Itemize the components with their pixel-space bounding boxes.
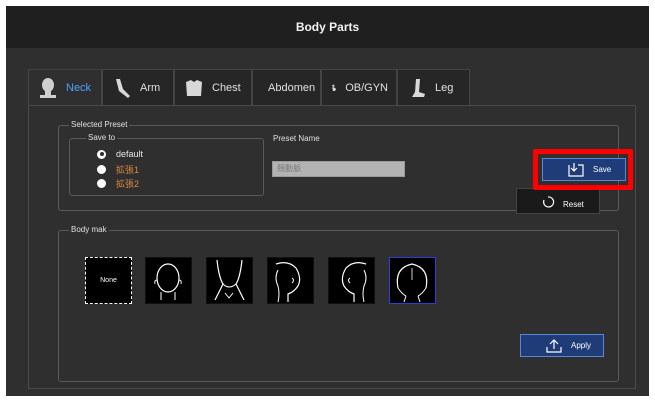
tab-label: OB/GYN <box>345 81 388 94</box>
head-left-profile-icon <box>341 262 367 303</box>
head-right-profile-icon <box>275 262 301 303</box>
body-mark-head-left-profile[interactable] <box>328 257 375 304</box>
tab-label: Neck <box>66 81 92 94</box>
apply-button[interactable]: Apply <box>520 334 604 357</box>
tab-arm[interactable]: Arm <box>102 69 174 105</box>
body-mark-legend: Body mak <box>69 225 109 235</box>
radio-button[interactable] <box>97 165 106 174</box>
save-to-group: Save to default 拡張1 拡張2 <box>69 133 264 196</box>
radio-label: default <box>116 149 144 159</box>
body-mark-group: Body mak None Apply <box>58 225 619 382</box>
reset-label: Reset <box>563 200 584 209</box>
upload-icon <box>546 338 562 353</box>
tab-label: Leg <box>435 81 454 94</box>
leg-icon <box>412 78 425 97</box>
tab-label: Abdomen <box>268 81 316 94</box>
chest-icon <box>186 79 202 96</box>
obgyn-icon <box>332 84 336 91</box>
tab-obgyn[interactable]: OB/GYN <box>321 69 397 105</box>
radio-button[interactable] <box>97 179 106 188</box>
radio-default[interactable]: default <box>97 149 143 159</box>
reset-icon <box>543 196 555 208</box>
preset-name-label: Preset Name <box>273 134 320 143</box>
tab-bar: Neck Arm Chest Abdomen OB/GYN Leg <box>28 69 470 105</box>
tab-leg[interactable]: Leg <box>397 69 470 105</box>
tab-neck[interactable]: Neck <box>28 69 102 105</box>
head-back-icon <box>396 263 428 303</box>
apply-label: Apply <box>571 341 592 350</box>
body-mark-none[interactable]: None <box>85 257 132 304</box>
body-mark-neck-front[interactable] <box>206 257 253 304</box>
neck-icon <box>40 77 56 98</box>
radio-label: 拡張2 <box>116 179 140 189</box>
body-mark-head-front[interactable] <box>145 257 192 304</box>
tab-chest[interactable]: Chest <box>174 69 252 105</box>
radio-button[interactable] <box>97 149 106 159</box>
body-parts-window: Body Parts Neck Arm Chest Abdomen OB/GYN… <box>6 6 649 396</box>
neck-front-icon <box>214 259 245 301</box>
none-label: None <box>100 277 117 284</box>
neck-tab-panel: Selected Preset Save to default 拡張1 拡張2 … <box>28 105 636 389</box>
body-mark-head-back[interactable] <box>389 257 436 304</box>
radio-extension-1[interactable]: 拡張1 <box>97 163 139 176</box>
save-highlight <box>533 149 633 190</box>
window-title: Body Parts <box>6 6 649 48</box>
save-to-legend: Save to <box>86 133 118 143</box>
tab-label: Chest <box>212 81 241 94</box>
radio-extension-2[interactable]: 拡張2 <box>97 177 139 190</box>
reset-button[interactable]: Reset <box>516 188 600 214</box>
arm-icon <box>116 78 130 98</box>
body-mark-head-right-profile[interactable] <box>267 257 314 304</box>
preset-name-input[interactable]: 頚動脈 <box>272 161 405 177</box>
tab-abdomen[interactable]: Abdomen <box>252 69 321 105</box>
selected-preset-group: Selected Preset Save to default 拡張1 拡張2 … <box>58 120 633 214</box>
selected-preset-legend: Selected Preset <box>69 120 130 130</box>
tab-label: Arm <box>140 81 161 94</box>
head-front-icon <box>154 263 182 300</box>
radio-label: 拡張1 <box>116 165 140 175</box>
